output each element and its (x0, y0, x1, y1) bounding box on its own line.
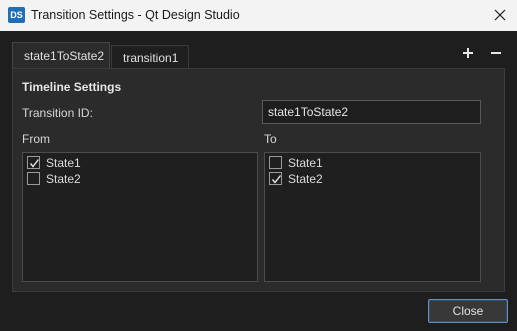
add-transition-button[interactable] (460, 45, 476, 61)
to-state-list[interactable]: State1 State2 (264, 152, 481, 282)
tab-transition1[interactable]: transition1 (111, 45, 189, 69)
window-title: Transition Settings - Qt Design Studio (31, 8, 240, 22)
checkmark-icon (271, 175, 282, 184)
minus-icon (491, 52, 501, 54)
plus-icon (463, 48, 473, 58)
from-label: From (22, 132, 50, 146)
close-button[interactable]: Close (428, 299, 508, 323)
to-state1-checkbox[interactable] (269, 156, 282, 169)
from-state-list[interactable]: State1 State2 (22, 152, 258, 282)
to-item-label: State1 (288, 156, 323, 170)
remove-transition-button[interactable] (488, 45, 504, 61)
from-state1-checkbox[interactable] (27, 156, 40, 169)
to-item-label: State2 (288, 172, 323, 186)
checkmark-icon (29, 159, 40, 168)
to-label: To (264, 132, 277, 146)
window-close-icon[interactable] (489, 4, 511, 26)
to-state2-checkbox[interactable] (269, 172, 282, 185)
from-item-label: State2 (46, 172, 81, 186)
transition-id-input[interactable] (262, 100, 481, 124)
from-item-label: State1 (46, 156, 81, 170)
title-bar: DS Transition Settings - Qt Design Studi… (0, 0, 517, 31)
design-studio-app-icon: DS (8, 7, 25, 23)
timeline-settings-heading: Timeline Settings (22, 80, 122, 94)
tab-state1tostate2[interactable]: state1ToState2 (12, 42, 110, 69)
transition-id-label: Transition ID: (22, 106, 93, 120)
from-state2-checkbox[interactable] (27, 172, 40, 185)
